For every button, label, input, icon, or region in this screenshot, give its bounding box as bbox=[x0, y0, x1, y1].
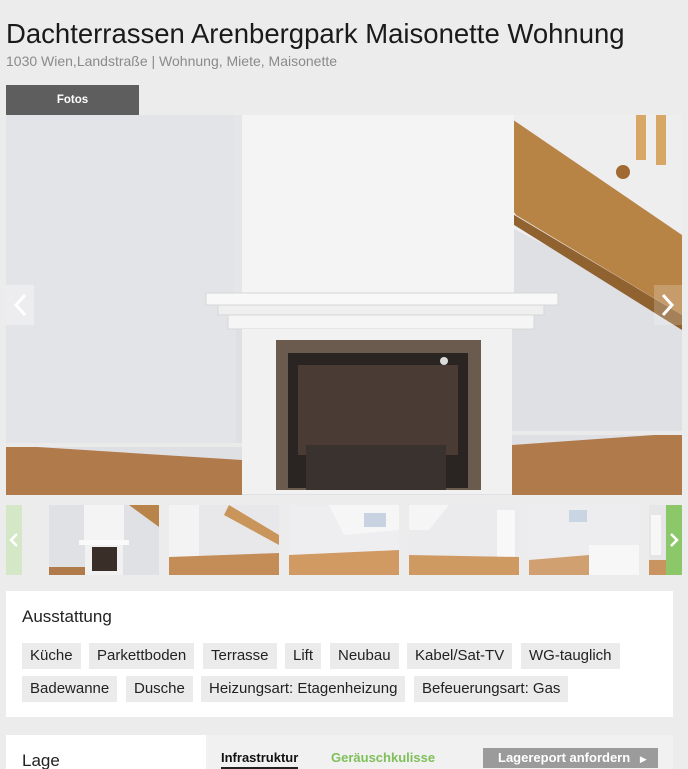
thumbnail[interactable] bbox=[529, 505, 639, 575]
lage-tab-bar: Infrastruktur Geräuschkulisse Lagereport… bbox=[206, 735, 673, 769]
tab-geraeuschkulisse[interactable]: Geräuschkulisse bbox=[331, 750, 435, 765]
thumbnail-image bbox=[49, 505, 159, 575]
listing-subtitle: 1030 Wien,Landstraße | Wohnung, Miete, M… bbox=[6, 53, 338, 69]
lagereport-button-label: Lagereport anfordern bbox=[498, 750, 631, 765]
caret-right-icon: ▶ bbox=[639, 754, 647, 764]
thumbnail-strip bbox=[6, 505, 682, 575]
feature-tag: Badewanne bbox=[22, 676, 118, 702]
fireplace-photo bbox=[6, 115, 682, 495]
lage-heading: Lage bbox=[22, 751, 60, 769]
chevron-left-icon bbox=[9, 533, 18, 547]
thumbnail-prev-button[interactable] bbox=[6, 505, 22, 575]
ausstattung-card: Ausstattung Küche Parkettboden Terrasse … bbox=[6, 591, 673, 717]
lagereport-button[interactable]: Lagereport anfordern ▶ bbox=[483, 748, 658, 768]
feature-tag: Parkettboden bbox=[89, 643, 195, 669]
gallery-prev-button[interactable] bbox=[6, 285, 34, 325]
feature-tag: WG-tauglich bbox=[521, 643, 620, 669]
feature-tag: Küche bbox=[22, 643, 81, 669]
listing-title: Dachterrassen Arenbergpark Maisonette Wo… bbox=[6, 18, 625, 49]
thumbnail-image bbox=[649, 505, 666, 575]
feature-tag: Dusche bbox=[126, 676, 193, 702]
thumbnail-image bbox=[289, 505, 399, 575]
thumbnail-image bbox=[169, 505, 279, 575]
thumbnail-next-button[interactable] bbox=[666, 505, 682, 575]
feature-tag: Kabel/Sat-TV bbox=[407, 643, 513, 669]
thumbnail[interactable] bbox=[49, 505, 159, 575]
gallery-next-button[interactable] bbox=[654, 285, 682, 325]
chevron-right-icon bbox=[661, 293, 675, 317]
chevron-left-icon bbox=[13, 293, 27, 317]
thumbnail[interactable] bbox=[409, 505, 519, 575]
chevron-right-icon bbox=[670, 533, 679, 547]
feature-tag: Befeuerungsart: Gas bbox=[414, 676, 569, 702]
thumbnail-image bbox=[409, 505, 519, 575]
feature-tag: Lift bbox=[285, 643, 322, 669]
tab-infrastruktur[interactable]: Infrastruktur bbox=[221, 750, 299, 769]
feature-tag: Heizungsart: Etagenheizung bbox=[201, 676, 406, 702]
thumbnail[interactable] bbox=[169, 505, 279, 575]
main-photo[interactable] bbox=[6, 115, 682, 495]
thumbnail[interactable] bbox=[289, 505, 399, 575]
thumbnail-image bbox=[529, 505, 639, 575]
thumbnail[interactable] bbox=[649, 505, 666, 575]
ausstattung-heading: Ausstattung bbox=[22, 607, 112, 626]
feature-tag: Terrasse bbox=[203, 643, 277, 669]
lage-card: Lage Infrastruktur Geräuschkulisse Lager… bbox=[6, 735, 673, 769]
feature-tag: Neubau bbox=[330, 643, 399, 669]
tab-fotos[interactable]: Fotos bbox=[6, 85, 139, 115]
